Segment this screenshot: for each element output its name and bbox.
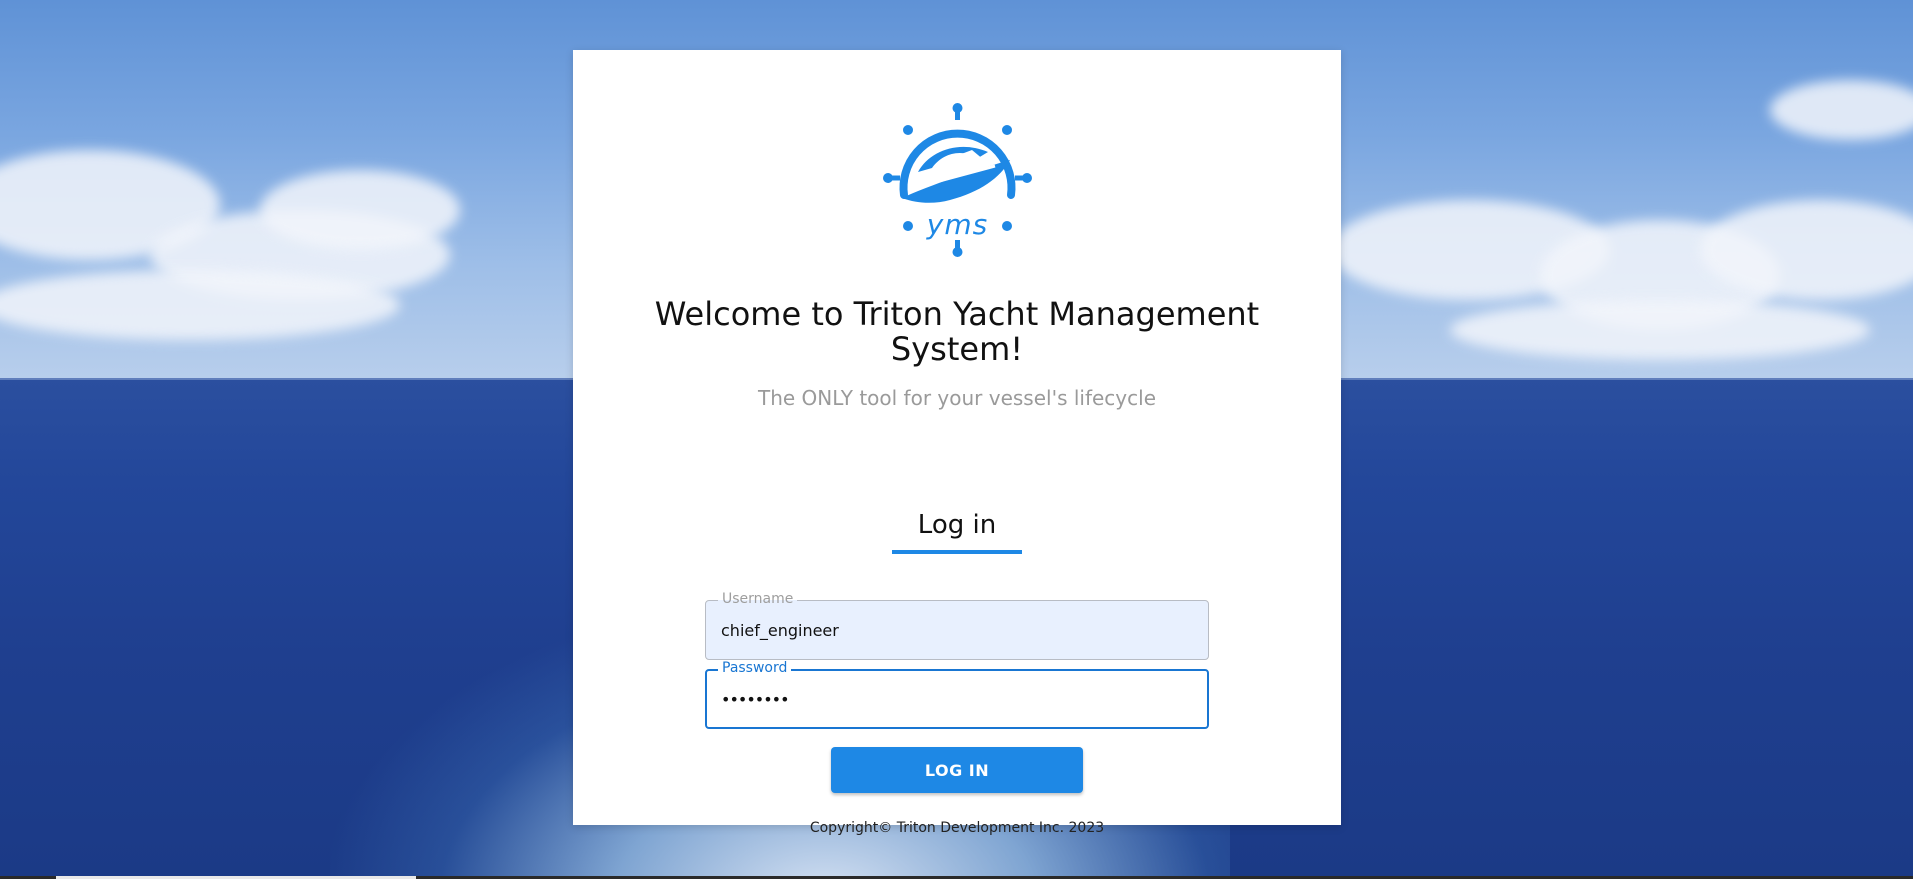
copyright-text: Copyright© Triton Development Inc. 2023 xyxy=(809,820,1105,836)
log-in-button[interactable]: LOG IN xyxy=(831,747,1083,793)
login-card: yms Welcome to Triton Yacht Management S… xyxy=(573,50,1341,836)
page-subtitle: The ONLY tool for your vessel's lifecycl… xyxy=(758,386,1156,410)
logo-wordmark: yms xyxy=(926,208,989,241)
login-page: yms Welcome to Triton Yacht Management S… xyxy=(0,0,1913,879)
tab-active-indicator xyxy=(892,550,1022,554)
password-field[interactable]: Password xyxy=(705,660,1209,729)
username-input[interactable] xyxy=(721,601,1191,659)
cloud xyxy=(0,270,400,340)
cloud xyxy=(260,170,460,250)
username-field[interactable]: Username xyxy=(705,591,1209,660)
page-title: Welcome to Triton Yacht Management Syste… xyxy=(654,295,1260,368)
cloud xyxy=(1450,300,1870,360)
password-input[interactable] xyxy=(721,671,1191,727)
cloud xyxy=(1770,80,1913,140)
tab-log-in[interactable]: Log in xyxy=(892,505,1022,555)
